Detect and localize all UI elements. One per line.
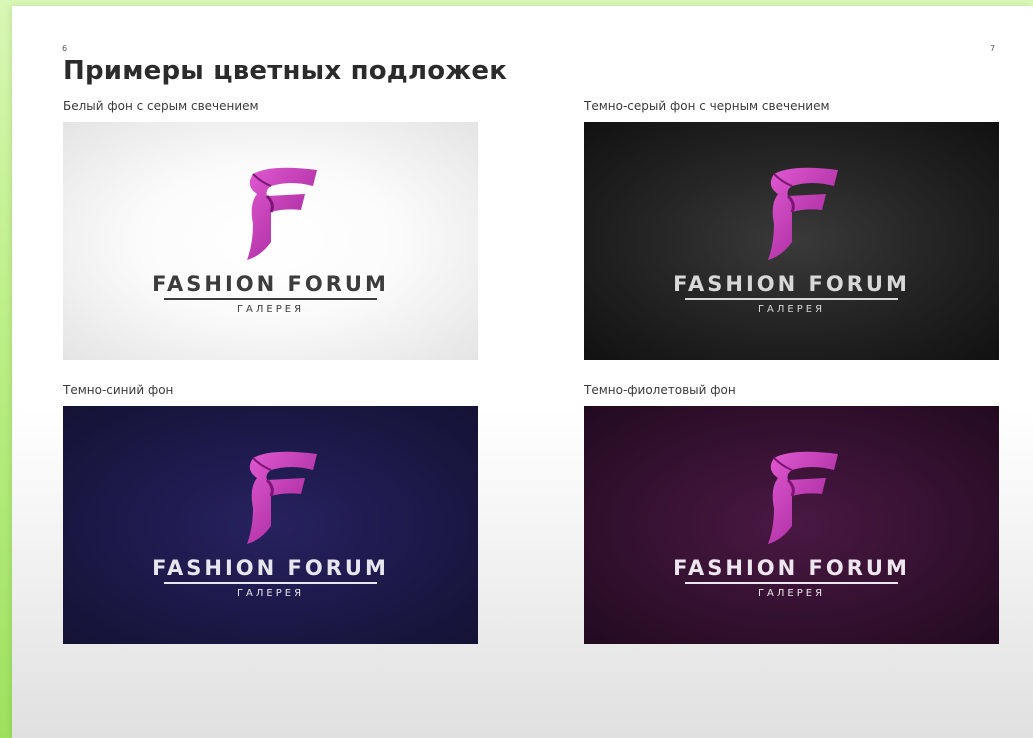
logo-panel-navy: FASHION FORUM ГАЛЕРЕЯ bbox=[63, 406, 478, 644]
ribbon-f-logo-icon bbox=[768, 167, 838, 260]
document-page: 6 7 Примеры цветных подложек Белый фон с… bbox=[12, 6, 1033, 738]
brand-subtitle: ГАЛЕРЕЯ bbox=[236, 588, 305, 599]
brand-subtitle: ГАЛЕРЕЯ bbox=[757, 588, 826, 599]
logo-lockup: FASHION FORUM ГАЛЕРЕЯ bbox=[63, 406, 478, 644]
brand-divider bbox=[685, 298, 898, 300]
brand-name: FASHION FORUM bbox=[673, 272, 910, 296]
logo-panel-darkgray: FASHION FORUM ГАЛЕРЕЯ bbox=[584, 122, 999, 360]
logo-panel-white: FASHION FORUM ГАЛЕРЕЯ bbox=[63, 122, 478, 360]
caption-purple-bg: Темно-фиолетовый фон bbox=[584, 383, 736, 397]
logo-lockup: FASHION FORUM ГАЛЕРЕЯ bbox=[584, 406, 999, 644]
brand-name: FASHION FORUM bbox=[673, 556, 910, 580]
brand-subtitle: ГАЛЕРЕЯ bbox=[757, 304, 826, 315]
ribbon-f-logo-icon bbox=[768, 451, 838, 544]
logo-panel-purple: FASHION FORUM ГАЛЕРЕЯ bbox=[584, 406, 999, 644]
page-title: Примеры цветных подложек bbox=[63, 56, 508, 86]
caption-white-bg: Белый фон с серым свечением bbox=[63, 99, 259, 113]
caption-darkgray-bg: Темно-серый фон с черным свечением bbox=[584, 99, 830, 113]
brand-name: FASHION FORUM bbox=[152, 556, 389, 580]
page-number-left: 6 bbox=[62, 44, 68, 53]
ribbon-f-logo-icon bbox=[247, 451, 317, 544]
ribbon-f-logo-icon bbox=[247, 167, 317, 260]
brand-name: FASHION FORUM bbox=[152, 272, 389, 296]
brand-divider bbox=[685, 582, 898, 584]
slide-frame: 6 7 Примеры цветных подложек Белый фон с… bbox=[0, 0, 1033, 738]
brand-divider bbox=[164, 582, 377, 584]
caption-navy-bg: Темно-синий фон bbox=[63, 383, 174, 397]
logo-lockup: FASHION FORUM ГАЛЕРЕЯ bbox=[584, 122, 999, 360]
brand-subtitle: ГАЛЕРЕЯ bbox=[236, 304, 305, 315]
logo-lockup: FASHION FORUM ГАЛЕРЕЯ bbox=[63, 122, 478, 360]
page-number-right: 7 bbox=[990, 44, 996, 53]
brand-divider bbox=[164, 298, 377, 300]
